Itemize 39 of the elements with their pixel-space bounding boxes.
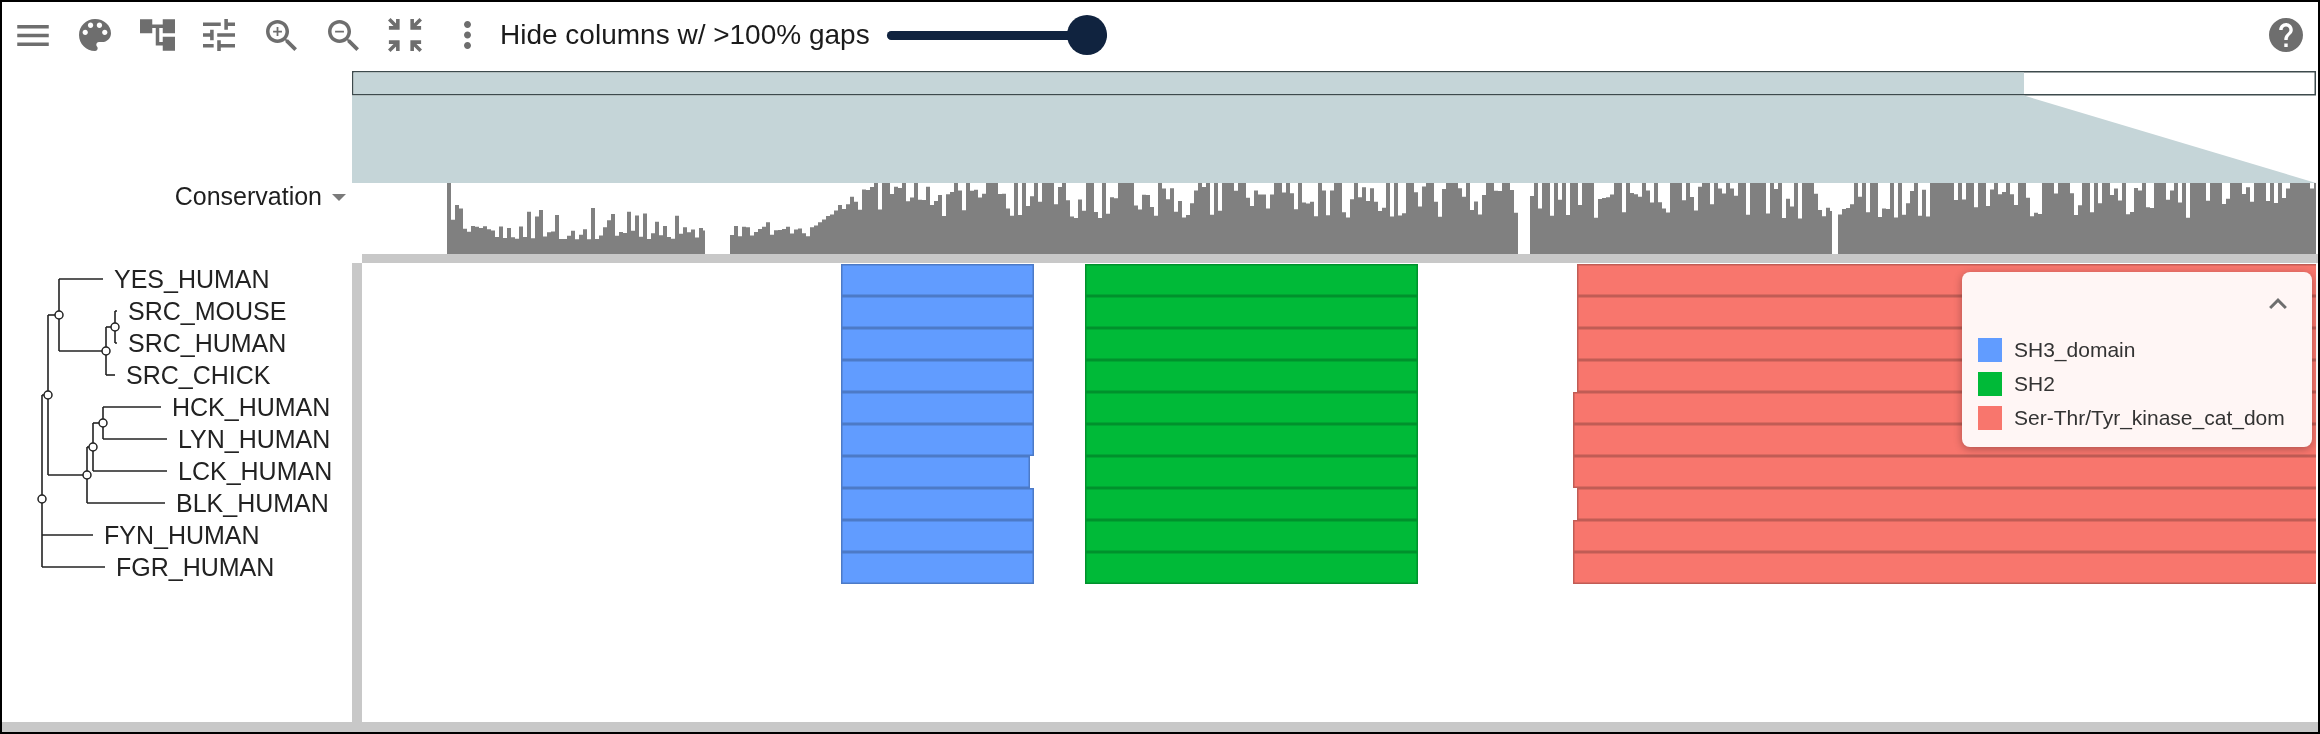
sequence-name: SRC_MOUSE [128,297,287,325]
scrollbar-track[interactable] [2,722,2318,732]
zoom-in-icon [265,19,297,51]
tree-node[interactable] [98,418,108,428]
help-button[interactable] [2269,18,2303,52]
sequence-name: HCK_HUMAN [172,393,331,421]
caret-icon [332,193,346,201]
palette-icon [79,19,111,51]
sequence-name: SRC_CHICK [126,361,271,389]
arrows-inward-icon [388,18,422,52]
slider-thumb[interactable] [1066,15,1107,55]
tree-node[interactable] [37,494,47,504]
tree-node[interactable] [88,442,98,452]
legend-label: SH2 [2014,371,2055,398]
tree-node[interactable] [101,346,111,356]
tree-node[interactable] [54,310,64,320]
menu-icon [17,24,49,46]
legend-label: SH3_domain [2014,337,2136,364]
sequence-name: FGR_HUMAN [116,553,275,581]
tree-node[interactable] [82,470,92,480]
more-vert-icon [463,21,471,49]
sequence-name: BLK_HUMAN [176,489,329,517]
track-label-button[interactable]: Conservation [174,183,346,211]
chevron-up-icon [2269,297,2287,309]
slider-track[interactable] [886,15,1107,55]
overview-bar[interactable] [352,71,2316,96]
zoom-out-icon [327,19,359,51]
sequence-name: LCK_HUMAN [178,457,333,485]
sliders-icon [203,19,235,51]
sequence-name: LYN_HUMAN [178,425,331,453]
tree-node[interactable] [43,390,53,400]
legend-label: Ser-Thr/Tyr_kinase_cat_dom [2014,405,2285,432]
hierarchy-icon [139,19,175,51]
help-icon [2269,18,2303,52]
sequence-name: YES_HUMAN [114,265,270,293]
sequence-name: FYN_HUMAN [104,521,260,549]
tree-node[interactable] [110,322,120,332]
gap-filter-label: Hide columns w/ >100% gaps [500,18,870,52]
sequence-name: SRC_HUMAN [128,329,287,357]
